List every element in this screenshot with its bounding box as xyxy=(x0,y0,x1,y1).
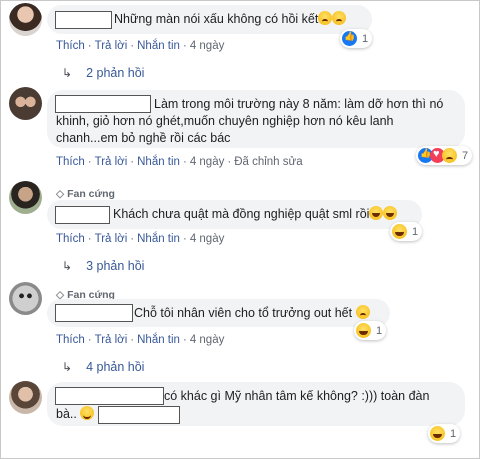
reaction-summary[interactable]: 1 xyxy=(354,321,387,340)
comment-actions: Thích · Trả lời · Nhắn tin · 4 ngày · Đã chỉnh s… xyxy=(56,156,303,168)
message-link[interactable]: Nhắn tin xyxy=(137,40,180,52)
message-link[interactable]: Nhắn tin xyxy=(137,334,180,346)
message-link[interactable]: Nhắn tin xyxy=(137,233,180,245)
reaction-count: 1 xyxy=(362,32,369,45)
avatar[interactable] xyxy=(9,87,42,120)
timestamp[interactable]: 4 ngày xyxy=(190,233,225,245)
avatar[interactable] xyxy=(9,181,42,214)
reaction-summary[interactable]: 7 xyxy=(416,146,473,165)
comment-text: Làm trong môi trường này 8 năm: làm dỡ h… xyxy=(56,97,444,145)
comment-text: Chỗ tôi nhân viên cho tổ trưởng out hết xyxy=(134,305,370,322)
sad-reaction-icon xyxy=(442,148,457,163)
redacted-name[interactable] xyxy=(55,206,110,224)
reply-link[interactable]: Trả lời xyxy=(95,156,128,168)
reaction-count: 1 xyxy=(450,427,457,440)
timestamp[interactable]: 4 ngày xyxy=(190,40,225,52)
edited-label[interactable]: Đã chỉnh sửa xyxy=(234,156,302,168)
reply-arrow-icon: ↳ xyxy=(62,360,73,374)
timestamp[interactable]: 4 ngày xyxy=(190,156,225,168)
reply-link[interactable]: Trả lời xyxy=(95,233,128,245)
avatar[interactable] xyxy=(9,3,42,36)
sad-emoji-icon xyxy=(318,11,333,25)
view-replies-link[interactable]: ↳ 3 phản hồi xyxy=(62,259,144,273)
sad-emoji-icon xyxy=(355,305,370,319)
comment-actions: Thích · Trả lời · Nhắn tin · 4 ngày xyxy=(56,40,225,52)
laugh-emoji-icon xyxy=(369,206,384,220)
reply-link[interactable]: Trả lời xyxy=(95,40,128,52)
laugh-emoji-icon xyxy=(383,206,398,220)
like-link[interactable]: Thích xyxy=(56,233,85,245)
redacted-tag[interactable] xyxy=(98,406,180,424)
comment-actions: Thích · Trả lời · Nhắn tin · 4 ngày xyxy=(56,334,225,346)
comment-text: Khách chưa quật mà đồng nghiệp quật sml … xyxy=(113,206,398,223)
message-link[interactable]: Nhắn tin xyxy=(137,156,180,168)
reaction-summary[interactable]: 1 xyxy=(340,29,373,48)
like-reaction-icon xyxy=(342,31,357,46)
avatar[interactable] xyxy=(9,381,42,414)
like-link[interactable]: Thích xyxy=(56,334,85,346)
reply-link[interactable]: Trả lời xyxy=(95,334,128,346)
reaction-summary[interactable]: 1 xyxy=(428,424,461,443)
haha-reaction-icon xyxy=(392,224,407,239)
comment-text: có khác gì Mỹ nhân tâm kế không? :))) to… xyxy=(164,389,430,403)
view-replies-link[interactable]: ↳ 2 phản hồi xyxy=(62,66,144,80)
reaction-count: 7 xyxy=(462,149,469,162)
like-link[interactable]: Thích xyxy=(56,40,85,52)
smile-emoji-icon xyxy=(80,406,95,420)
diamond-icon: ◇ xyxy=(56,188,65,200)
haha-reaction-icon xyxy=(356,323,371,338)
redacted-name[interactable] xyxy=(55,304,133,322)
reply-arrow-icon: ↳ xyxy=(62,66,73,80)
reaction-summary[interactable]: 1 xyxy=(390,222,423,241)
haha-reaction-icon xyxy=(430,426,445,441)
fan-badge: ◇ Fan cứng xyxy=(56,188,115,200)
reaction-count: 1 xyxy=(376,324,383,337)
comment-text-continued: bà.. xyxy=(56,406,95,423)
redacted-name[interactable] xyxy=(55,11,112,29)
redacted-name[interactable] xyxy=(55,387,164,405)
reaction-count: 1 xyxy=(412,225,419,238)
like-link[interactable]: Thích xyxy=(56,156,85,168)
sad-emoji-icon xyxy=(332,11,347,25)
timestamp[interactable]: 4 ngày xyxy=(190,334,225,346)
comment-text: Những màn nói xấu không có hồi kết xyxy=(114,11,347,28)
comment-actions: Thích · Trả lời · Nhắn tin · 4 ngày xyxy=(56,233,225,245)
avatar[interactable] xyxy=(9,282,42,315)
view-replies-link[interactable]: ↳ 4 phản hồi xyxy=(62,360,144,374)
reply-arrow-icon: ↳ xyxy=(62,259,73,273)
